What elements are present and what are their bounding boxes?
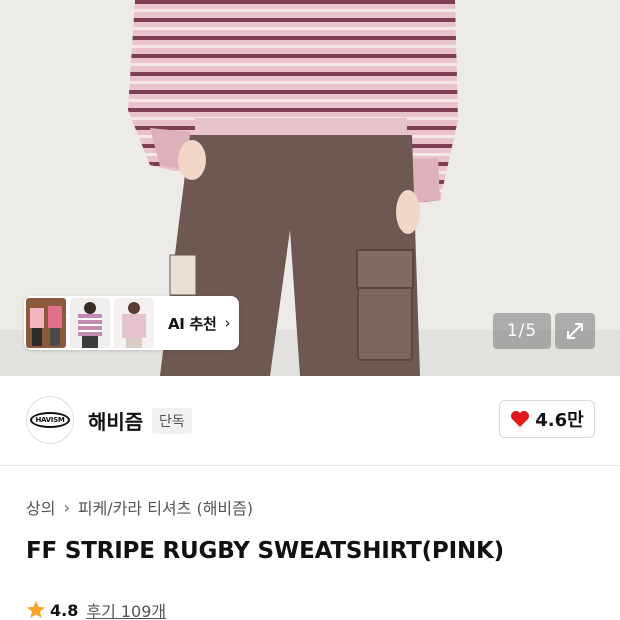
- breadcrumb: 상의 › 피케/카라 티셔츠 (해비즘): [26, 495, 253, 519]
- breadcrumb-item-top[interactable]: 상의: [26, 495, 55, 519]
- like-button[interactable]: 4.6만: [499, 400, 595, 438]
- brand-logo-text: HAVISM: [30, 412, 70, 428]
- recommend-thumb-1[interactable]: [26, 298, 66, 348]
- image-pager-indicator: 1/5: [493, 313, 551, 349]
- rating-value: 4.8: [50, 600, 79, 620]
- like-count: 4.6만: [535, 410, 584, 431]
- brand-logo[interactable]: HAVISM: [26, 396, 74, 444]
- brand-row: HAVISM 해비즘 단독 4.6만: [0, 376, 620, 466]
- chevron-right-icon: ›: [224, 314, 231, 332]
- expand-arrows-icon: [567, 323, 583, 339]
- recommend-thumb-2[interactable]: [70, 298, 110, 348]
- rating-row: 4.8 후기 109개: [26, 598, 166, 620]
- expand-image-button[interactable]: [555, 313, 595, 349]
- review-count-link[interactable]: 후기 109개: [86, 598, 166, 620]
- star-icon: [27, 601, 45, 618]
- ai-recommend-strip[interactable]: AI 추천 ›: [24, 296, 239, 350]
- recommend-thumb-3[interactable]: [114, 298, 154, 348]
- product-image-carousel[interactable]: AI 추천 › 1/5: [0, 0, 620, 376]
- exclusive-badge: 단독: [152, 408, 192, 434]
- product-title: FF STRIPE RUGBY SWEATSHIRT(PINK): [26, 538, 504, 564]
- breadcrumb-item-category[interactable]: 피케/카라 티셔츠 (해비즘): [78, 495, 253, 519]
- brand-name-link[interactable]: 해비즘: [88, 406, 143, 435]
- chevron-right-icon: ›: [63, 497, 70, 517]
- heart-icon: [511, 411, 530, 427]
- ai-recommend-label: AI 추천: [168, 314, 217, 333]
